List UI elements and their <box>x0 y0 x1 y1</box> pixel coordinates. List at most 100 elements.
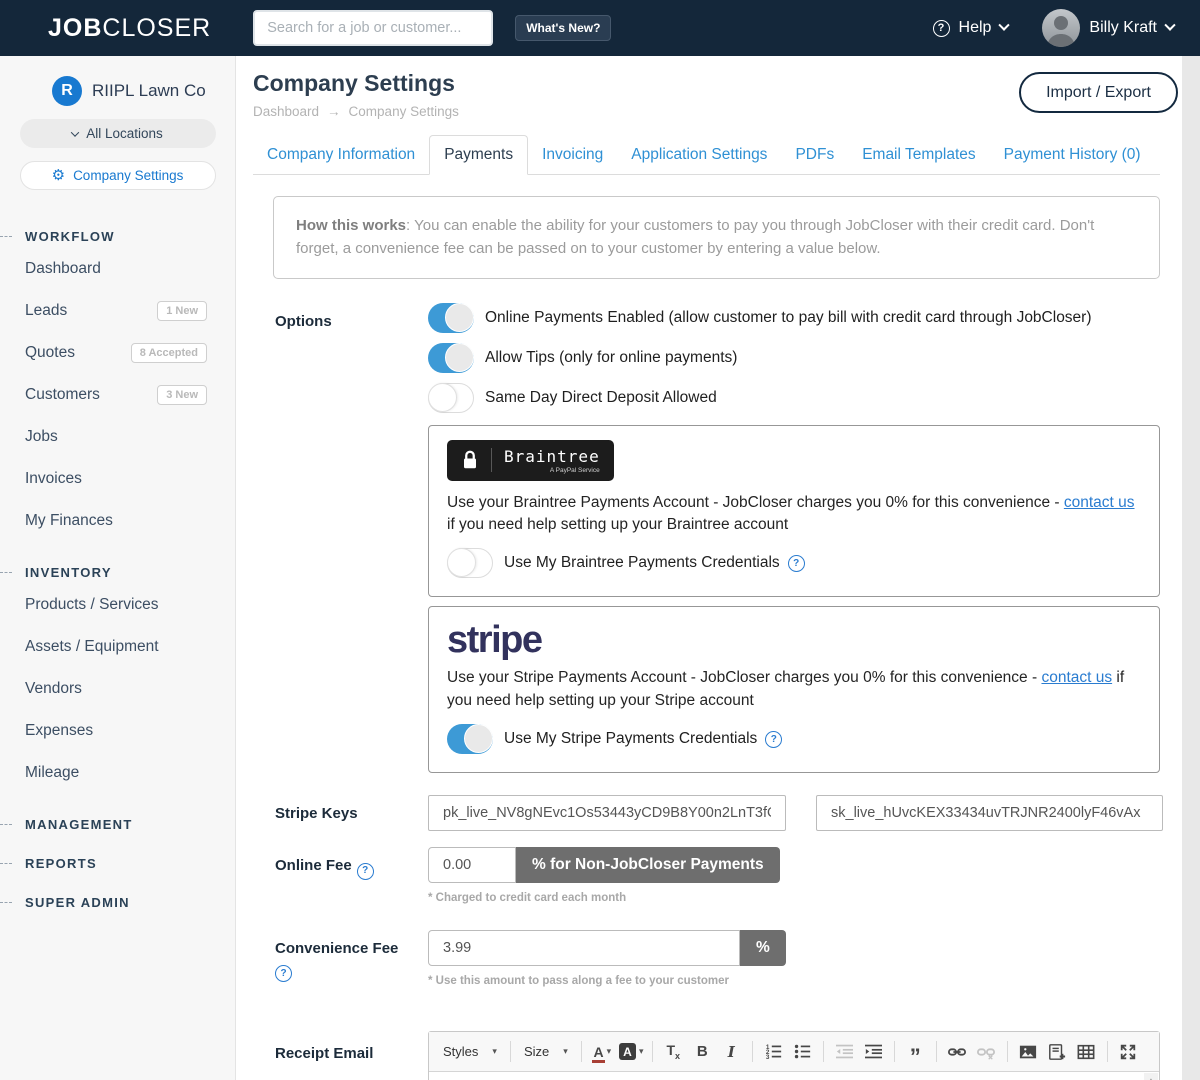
sidebar-item-leads[interactable]: Leads1 New <box>0 290 235 332</box>
editor-toolbar: Styles▾ Size▾ A▾ A▾ Tx B I <box>429 1032 1159 1072</box>
all-locations-button[interactable]: All Locations <box>20 119 216 148</box>
question-circle-icon[interactable]: ? <box>275 965 292 982</box>
search-input[interactable] <box>253 10 493 46</box>
paypal-service-label: A PayPal Service <box>504 467 600 474</box>
section-super-admin[interactable]: SUPER ADMIN <box>0 890 235 914</box>
sidebar-item-products-services[interactable]: Products / Services <box>0 584 235 626</box>
dash-icon <box>0 572 12 573</box>
editor-content[interactable]: Hi {customer-name}, <box>429 1072 1159 1080</box>
bullet-list-icon[interactable] <box>789 1039 816 1065</box>
tab-invoicing[interactable]: Invoicing <box>528 136 617 174</box>
tab-payments[interactable]: Payments <box>429 135 528 175</box>
company-settings-button[interactable]: ⚙ Company Settings <box>20 161 216 190</box>
quotes-badge: 8 Accepted <box>131 343 207 363</box>
numbered-list-icon[interactable]: 123 <box>760 1039 787 1065</box>
online-fee-label: Online Fee? <box>275 847 428 904</box>
sidebar-item-my-finances[interactable]: My Finances <box>0 500 235 542</box>
breadcrumb-company-settings[interactable]: Company Settings <box>349 104 459 119</box>
tab-company-information[interactable]: Company Information <box>253 136 429 174</box>
convenience-fee-input[interactable] <box>428 930 740 966</box>
remove-format-icon[interactable]: Tx <box>660 1039 687 1065</box>
sidebar-item-jobs[interactable]: Jobs <box>0 416 235 458</box>
app-logo[interactable]: JOBCLOSER <box>48 14 211 43</box>
online-fee-row: Online Fee? % for Non-JobCloser Payments… <box>275 847 1160 904</box>
tab-email-templates[interactable]: Email Templates <box>848 136 989 174</box>
section-inventory[interactable]: INVENTORY <box>0 560 235 584</box>
tab-application-settings[interactable]: Application Settings <box>617 136 781 174</box>
allow-tips-toggle[interactable] <box>428 343 474 373</box>
whats-new-button[interactable]: What's New? <box>515 15 611 41</box>
indent-icon[interactable] <box>860 1039 887 1065</box>
sidebar-item-invoices[interactable]: Invoices <box>0 458 235 500</box>
scroll-up-icon[interactable]: ▲ <box>1147 1076 1155 1080</box>
toolbar-separator <box>936 1041 937 1062</box>
arrow-right-icon: → <box>327 104 341 119</box>
company-settings-label: Company Settings <box>73 168 183 183</box>
online-payments-toggle[interactable] <box>428 303 474 333</box>
section-workflow[interactable]: WORKFLOW <box>0 224 235 248</box>
bold-icon[interactable]: B <box>689 1039 716 1065</box>
app-root: JOBCLOSER What's New? ? Help Billy Kraft… <box>0 0 1200 1080</box>
dash-icon <box>0 902 12 903</box>
editor-scrollbar[interactable]: ▲ <box>1144 1073 1158 1080</box>
page-scrollbar[interactable] <box>1182 56 1200 1080</box>
section-management[interactable]: MANAGEMENT <box>0 812 235 836</box>
tab-payment-history[interactable]: Payment History (0) <box>990 136 1155 174</box>
online-fee-addon: % for Non-JobCloser Payments <box>516 847 780 883</box>
italic-icon[interactable]: I <box>718 1039 745 1065</box>
stripe-credentials-toggle[interactable] <box>447 724 493 754</box>
convenience-fee-addon: % <box>740 930 786 966</box>
braintree-wordmark: Braintree <box>504 447 600 466</box>
leads-badge: 1 New <box>157 301 207 321</box>
contact-us-link[interactable]: contact us <box>1041 669 1112 686</box>
braintree-logo: Braintree A PayPal Service <box>447 440 614 481</box>
caret-down-icon: ▾ <box>492 1046 497 1057</box>
image-icon[interactable] <box>1015 1039 1042 1065</box>
breadcrumb-dashboard[interactable]: Dashboard <box>253 104 319 119</box>
stripe-keys-row: Stripe Keys <box>275 795 1160 831</box>
stripe-secret-key-input[interactable] <box>816 795 1163 831</box>
toolbar-separator <box>1107 1041 1108 1062</box>
stripe-publishable-key-input[interactable] <box>428 795 786 831</box>
company-header[interactable]: R RIIPL Lawn Co <box>52 76 235 106</box>
text-color-icon[interactable]: A▾ <box>589 1039 616 1065</box>
blockquote-icon[interactable]: ” <box>902 1039 929 1065</box>
how-this-works-box: How this works: You can enable the abili… <box>273 196 1160 279</box>
background-color-icon[interactable]: A▾ <box>618 1039 645 1065</box>
contact-us-link[interactable]: contact us <box>1064 494 1135 511</box>
sidebar-item-expenses[interactable]: Expenses <box>0 710 235 752</box>
toolbar-separator <box>823 1041 824 1062</box>
avatar <box>1042 9 1080 47</box>
sidebar-item-customers[interactable]: Customers3 New <box>0 374 235 416</box>
import-export-button[interactable]: Import / Export <box>1019 72 1178 113</box>
same-day-deposit-toggle[interactable] <box>428 383 474 413</box>
stripe-card: stripe Use your Stripe Payments Account … <box>428 606 1160 773</box>
braintree-credentials-toggle[interactable] <box>447 548 493 578</box>
toggle-knob <box>428 383 457 412</box>
online-fee-input[interactable] <box>428 847 516 883</box>
table-icon[interactable] <box>1073 1039 1100 1065</box>
sidebar-item-assets-equipment[interactable]: Assets / Equipment <box>0 626 235 668</box>
sidebar-item-vendors[interactable]: Vendors <box>0 668 235 710</box>
braintree-card: Braintree A PayPal Service Use your Brai… <box>428 425 1160 598</box>
size-dropdown[interactable]: Size▾ <box>518 1041 574 1062</box>
stripe-wordmark: stripe <box>447 621 1141 659</box>
question-circle-icon[interactable]: ? <box>765 731 782 748</box>
question-circle-icon[interactable]: ? <box>788 555 805 572</box>
tab-pdfs[interactable]: PDFs <box>781 136 848 174</box>
styles-dropdown[interactable]: Styles▾ <box>437 1041 503 1062</box>
all-locations-label: All Locations <box>86 126 163 141</box>
user-menu[interactable]: Billy Kraft <box>1042 9 1174 47</box>
question-circle-icon[interactable]: ? <box>357 863 374 880</box>
info-text: : You can enable the ability for your cu… <box>296 217 1094 257</box>
toolbar-separator <box>894 1041 895 1062</box>
sidebar-item-mileage[interactable]: Mileage <box>0 752 235 794</box>
help-menu[interactable]: ? Help <box>933 19 1009 37</box>
section-reports[interactable]: REPORTS <box>0 851 235 875</box>
maximize-icon[interactable] <box>1115 1039 1142 1065</box>
sidebar-item-quotes[interactable]: Quotes8 Accepted <box>0 332 235 374</box>
sidebar-item-dashboard[interactable]: Dashboard <box>0 248 235 290</box>
template-icon[interactable] <box>1044 1039 1071 1065</box>
link-icon[interactable] <box>944 1039 971 1065</box>
logo-text-light: CLOSER <box>102 14 211 42</box>
